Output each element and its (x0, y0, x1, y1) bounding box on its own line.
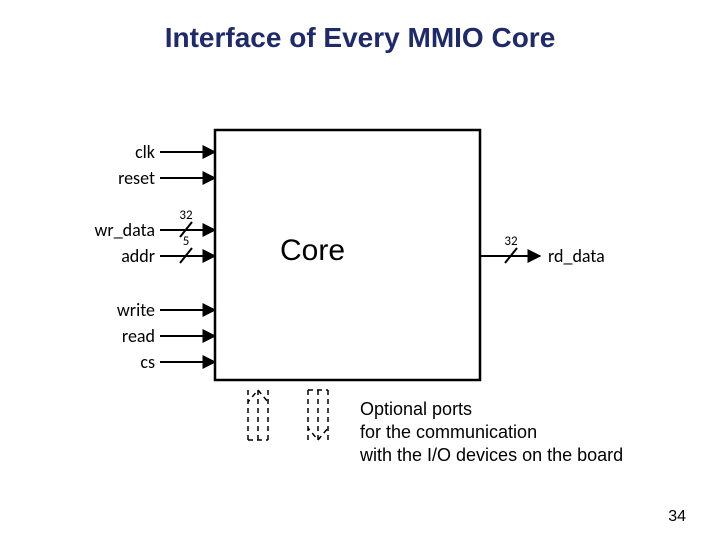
bus-width-rd-data: 32 (504, 234, 518, 249)
core-block-label: Core (280, 234, 345, 268)
optional-ports-line2: for the communication (360, 421, 537, 444)
optional-ports-line3: with the I/O devices on the board (360, 444, 623, 467)
optional-ports-line1: Optional ports (360, 398, 472, 421)
page-number: 34 (668, 508, 686, 526)
core-block (215, 130, 480, 380)
signal-label-read: read (122, 325, 155, 347)
signal-label-cs: cs (140, 351, 155, 373)
slide: Interface of Every MMIO Core clk reset 3… (0, 0, 720, 540)
signal-label-rd-data: rd_data (548, 245, 605, 267)
optional-port-down (308, 390, 328, 440)
optional-port-up (248, 390, 268, 440)
signal-label-write: write (117, 299, 155, 321)
signal-label-wr-data: wr_data (95, 219, 155, 241)
signal-label-clk: clk (135, 141, 155, 163)
bus-width-addr: 5 (183, 234, 190, 249)
signal-label-addr: addr (121, 245, 155, 267)
signal-label-reset: reset (118, 167, 155, 189)
bus-width-wr-data: 32 (179, 208, 193, 223)
